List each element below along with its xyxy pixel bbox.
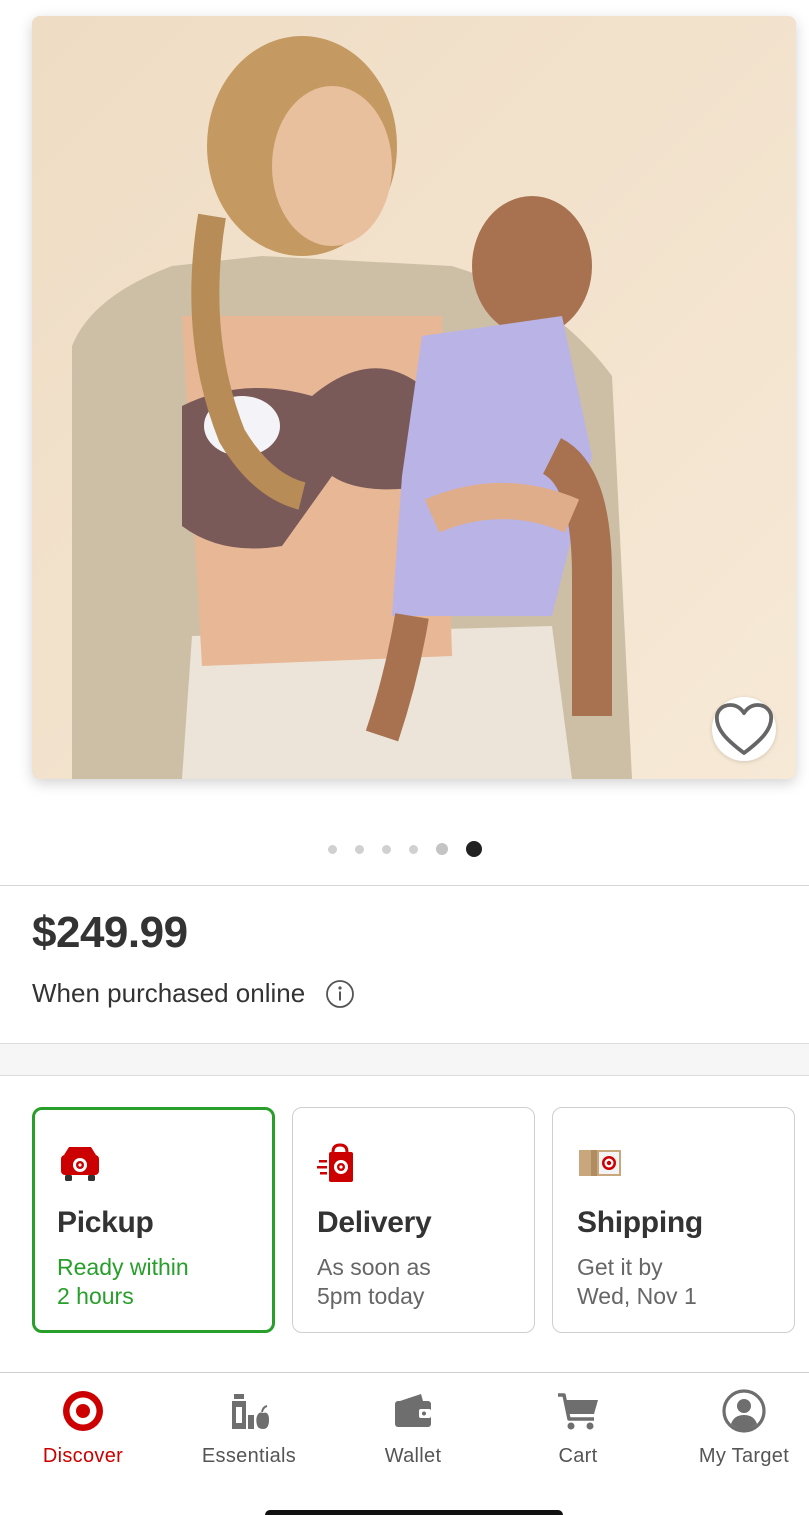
card-subtitle: As soon as 5pm today xyxy=(317,1253,431,1311)
product-image[interactable] xyxy=(32,16,796,779)
carousel-dot[interactable] xyxy=(381,844,391,854)
card-subtitle: Get it by Wed, Nov 1 xyxy=(577,1253,697,1311)
carousel-dot[interactable] xyxy=(327,844,337,854)
tab-essentials[interactable]: Essentials xyxy=(174,1387,324,1477)
card-title: Pickup xyxy=(57,1206,154,1239)
product-photo xyxy=(32,16,796,779)
info-icon[interactable] xyxy=(325,979,355,1009)
tab-label: Discover xyxy=(42,1445,124,1467)
carousel-dot-active[interactable] xyxy=(465,841,482,857)
fulfillment-delivery-card[interactable]: Delivery As soon as 5pm today xyxy=(292,1107,535,1333)
bottom-tab-bar: Discover Essentials Wallet Cart My Targe… xyxy=(0,1372,809,1515)
tab-discover[interactable]: Discover xyxy=(8,1387,158,1477)
target-bullseye-icon xyxy=(63,1391,103,1431)
tab-label: Essentials xyxy=(201,1445,297,1467)
product-price: $249.99 xyxy=(32,908,188,957)
section-separator xyxy=(0,1043,809,1076)
card-subtitle-line: Wed, Nov 1 xyxy=(577,1283,697,1309)
card-subtitle-line: Ready within xyxy=(57,1254,189,1280)
account-icon xyxy=(722,1389,766,1433)
fulfillment-shipping-card[interactable]: Shipping Get it by Wed, Nov 1 xyxy=(552,1107,795,1333)
carousel-dot[interactable] xyxy=(408,844,418,854)
card-subtitle-line: 2 hours xyxy=(57,1283,134,1309)
card-title: Delivery xyxy=(317,1206,432,1239)
card-subtitle-line: 5pm today xyxy=(317,1283,425,1309)
carousel-dot[interactable] xyxy=(435,843,448,855)
cart-icon xyxy=(558,1393,598,1430)
card-subtitle-line: Get it by xyxy=(577,1254,663,1280)
favorite-button[interactable] xyxy=(712,697,776,761)
divider xyxy=(0,885,809,886)
card-subtitle-line: As soon as xyxy=(317,1254,431,1280)
card-title: Shipping xyxy=(577,1206,703,1239)
tab-label: Wallet xyxy=(384,1445,442,1467)
tab-label: Cart xyxy=(558,1445,598,1467)
price-note: When purchased online xyxy=(32,978,355,1009)
shipping-box-icon xyxy=(579,1150,621,1176)
tab-my-target[interactable]: My Target xyxy=(669,1387,809,1477)
essentials-icon xyxy=(232,1394,269,1429)
wallet-icon xyxy=(395,1394,431,1427)
tab-label: My Target xyxy=(698,1445,790,1467)
image-carousel-dots[interactable] xyxy=(0,840,809,858)
tab-cart[interactable]: Cart xyxy=(503,1387,653,1477)
delivery-bag-icon xyxy=(317,1143,353,1182)
price-note-text: When purchased online xyxy=(32,978,306,1008)
carousel-dot[interactable] xyxy=(354,844,364,854)
tab-wallet[interactable]: Wallet xyxy=(338,1387,488,1477)
heart-icon xyxy=(714,703,774,755)
fulfillment-pickup-card[interactable]: Pickup Ready within 2 hours xyxy=(32,1107,275,1333)
store-pickup-icon xyxy=(61,1147,99,1181)
home-indicator xyxy=(265,1510,563,1515)
card-subtitle: Ready within 2 hours xyxy=(57,1253,189,1311)
